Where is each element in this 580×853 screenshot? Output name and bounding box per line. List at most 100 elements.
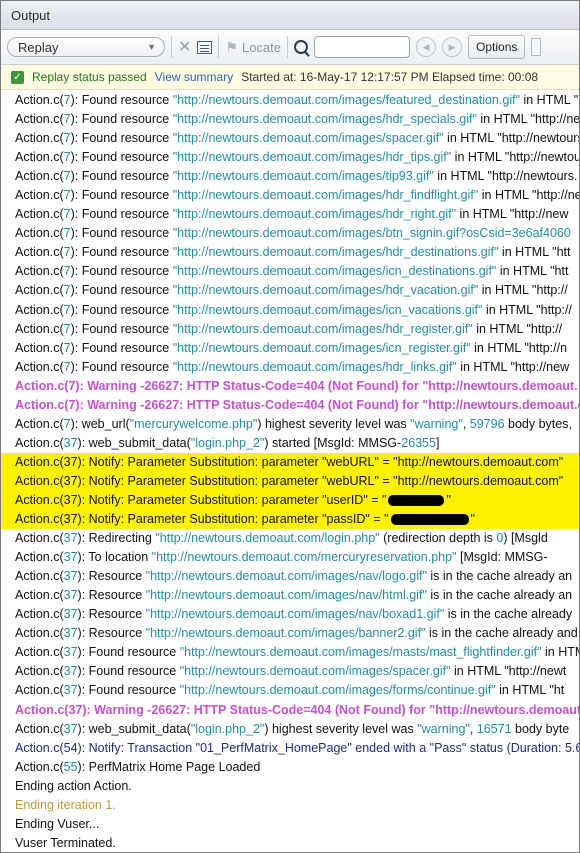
options-label: Options [476,40,518,54]
toolbar-divider [171,36,172,58]
log-line: Action.c(55): PerfMatrix Home Page Loade… [1,758,579,777]
log-line: Action.c(7): Found resource "http://newt… [1,243,579,262]
log-text: 7 [63,283,71,298]
log-line: Action.c(7): web_url("mercurywelcome.php… [1,415,579,434]
log-text: 7 [63,340,71,355]
log-line: Action.c(7): Found resource "http://newt… [1,205,579,224]
log-text: 37 [63,588,78,603]
log-text: Action.c(7): Warning -26627: HTTP Status… [15,378,578,393]
search-input[interactable] [314,36,411,58]
log-text: 37 [63,721,78,736]
log-text: is in the cache already an [426,588,573,603]
log-text: in HTML "http:// [478,283,568,298]
log-text: Action.c( [15,664,64,679]
log-text: "http://newtours.demoaut.com/images/nav/… [145,569,427,584]
log-text: in HTML "http:// [482,302,572,317]
output-type-dropdown[interactable]: Replay ▼ [7,37,165,57]
log-text: in HTML "http:// [472,321,563,336]
log-text: Action.c( [15,321,64,336]
log-text: Action.c(54): Notify: Transaction "01_Pe… [15,740,579,755]
log-line: Action.c(37): Resource "http://newtours.… [1,567,579,586]
log-text: Action.c( [15,302,64,317]
toolbar-overflow-handle[interactable] [531,38,542,56]
list-view-icon [197,40,213,54]
log-text: "http://newtours.demoaut.com/images/hdr_… [172,188,479,203]
log-text: Ending action Action. [15,778,132,793]
toolbar-divider [218,36,220,58]
log-text: Action.c(37): Notify: Parameter Substitu… [15,512,389,527]
log-text: ): Found resource [70,226,173,241]
log-text: "http://newtours.demoaut.com/images/btn_… [172,226,571,241]
log-text: in HTM [544,645,579,660]
search-icon [294,40,309,54]
redacted-value [390,514,469,526]
log-output: Action.c(7): Found resource "http://newt… [1,90,579,852]
log-text: ): Found resource [70,359,173,374]
log-line: Action.c(37): Notify: Parameter Substitu… [1,471,579,491]
arrow-right-icon: ▶ [448,41,456,52]
log-line: Ending Vuser... [1,815,579,834]
log-text: Action.c( [15,531,64,546]
log-text: Ending iteration 1. [15,797,116,812]
clear-x-icon: ✕ [178,39,192,56]
log-text: "http://newtours.demoaut.com/images/icn_… [172,264,497,279]
log-text: Action.c( [15,207,64,222]
log-text: Action.c( [15,416,64,431]
log-line: Action.c(7): Found resource "http://newt… [1,129,579,148]
log-text: Action.c( [15,169,64,184]
log-text: Action.c(37): Warning -26627: HTTP Statu… [15,702,579,717]
log-text: Action.c( [15,569,64,584]
log-text: 7 [63,245,71,260]
log-text: Vuser Terminated. [15,835,116,850]
log-text: in HTML "http:// [523,93,579,107]
log-text: ): Resource [77,626,146,641]
log-text: Action.c( [15,359,64,374]
log-text: "http://newtours.demoaut.com/mercuryrese… [151,550,457,565]
log-text: ) highest severity level was [264,721,418,736]
log-line: Action.c(7): Found resource "http://newt… [1,358,579,377]
log-text: "login.php_2" [190,721,265,736]
log-text: ): Found resource [70,93,173,107]
log-text: in HTML "http://newtours. [433,169,578,184]
log-text: Ending Vuser... [15,816,100,831]
log-line: Action.c(7): Found resource "http://newt… [1,301,579,320]
log-text: , [462,416,470,431]
previous-match-button[interactable]: ◀ [416,37,437,57]
log-text: in HTML "http://newto [480,112,579,127]
log-text: 7 [63,359,71,374]
log-text: body bytes, [504,416,572,431]
search-button[interactable] [294,36,309,58]
log-line: Action.c(37): Found resource "http://new… [1,662,579,681]
dropdown-value: Replay [18,39,59,55]
log-text: 37 [63,435,78,450]
options-button[interactable]: Options [468,35,526,59]
log-text: 37 [63,683,78,698]
log-text: ): Found resource [77,664,180,679]
locate-button[interactable]: ⚑ Locate [225,36,281,58]
view-summary-link[interactable]: View summary [155,70,233,84]
log-text: ): Found resource [70,150,173,165]
clear-button[interactable]: ✕ [178,36,191,58]
log-text: ): Found resource [77,683,180,698]
log-text: "http://newtours.demoaut.com/images/hdr_… [172,283,479,298]
log-text: 37 [63,626,78,641]
log-text: Action.c(37): Notify: Parameter Substitu… [15,492,387,507]
elapsed-info: Started at: 16-May-17 12:17:57 PM Elapse… [241,70,539,84]
log-text: Action.c( [15,550,64,565]
log-text: ): To location [77,550,152,565]
next-match-button[interactable]: ▶ [442,37,463,57]
log-text: ): Found resource [70,340,173,355]
log-text: Action.c( [15,721,64,736]
view-details-button[interactable] [197,36,213,58]
log-text: ): Found resource [70,112,173,127]
log-text: Action.c( [15,150,64,165]
log-text: in HTML "htt [498,245,571,260]
log-line: Action.c(37): web_submit_data("login.php… [1,720,579,739]
log-text: ): Found resource [70,283,173,298]
log-text: 37 [63,531,78,546]
log-text: 7 [63,226,71,241]
log-text: ): Resource [77,588,146,603]
log-text: 7 [63,188,71,203]
arrow-left-icon: ◀ [422,41,430,52]
log-text: Action.c( [15,245,64,260]
